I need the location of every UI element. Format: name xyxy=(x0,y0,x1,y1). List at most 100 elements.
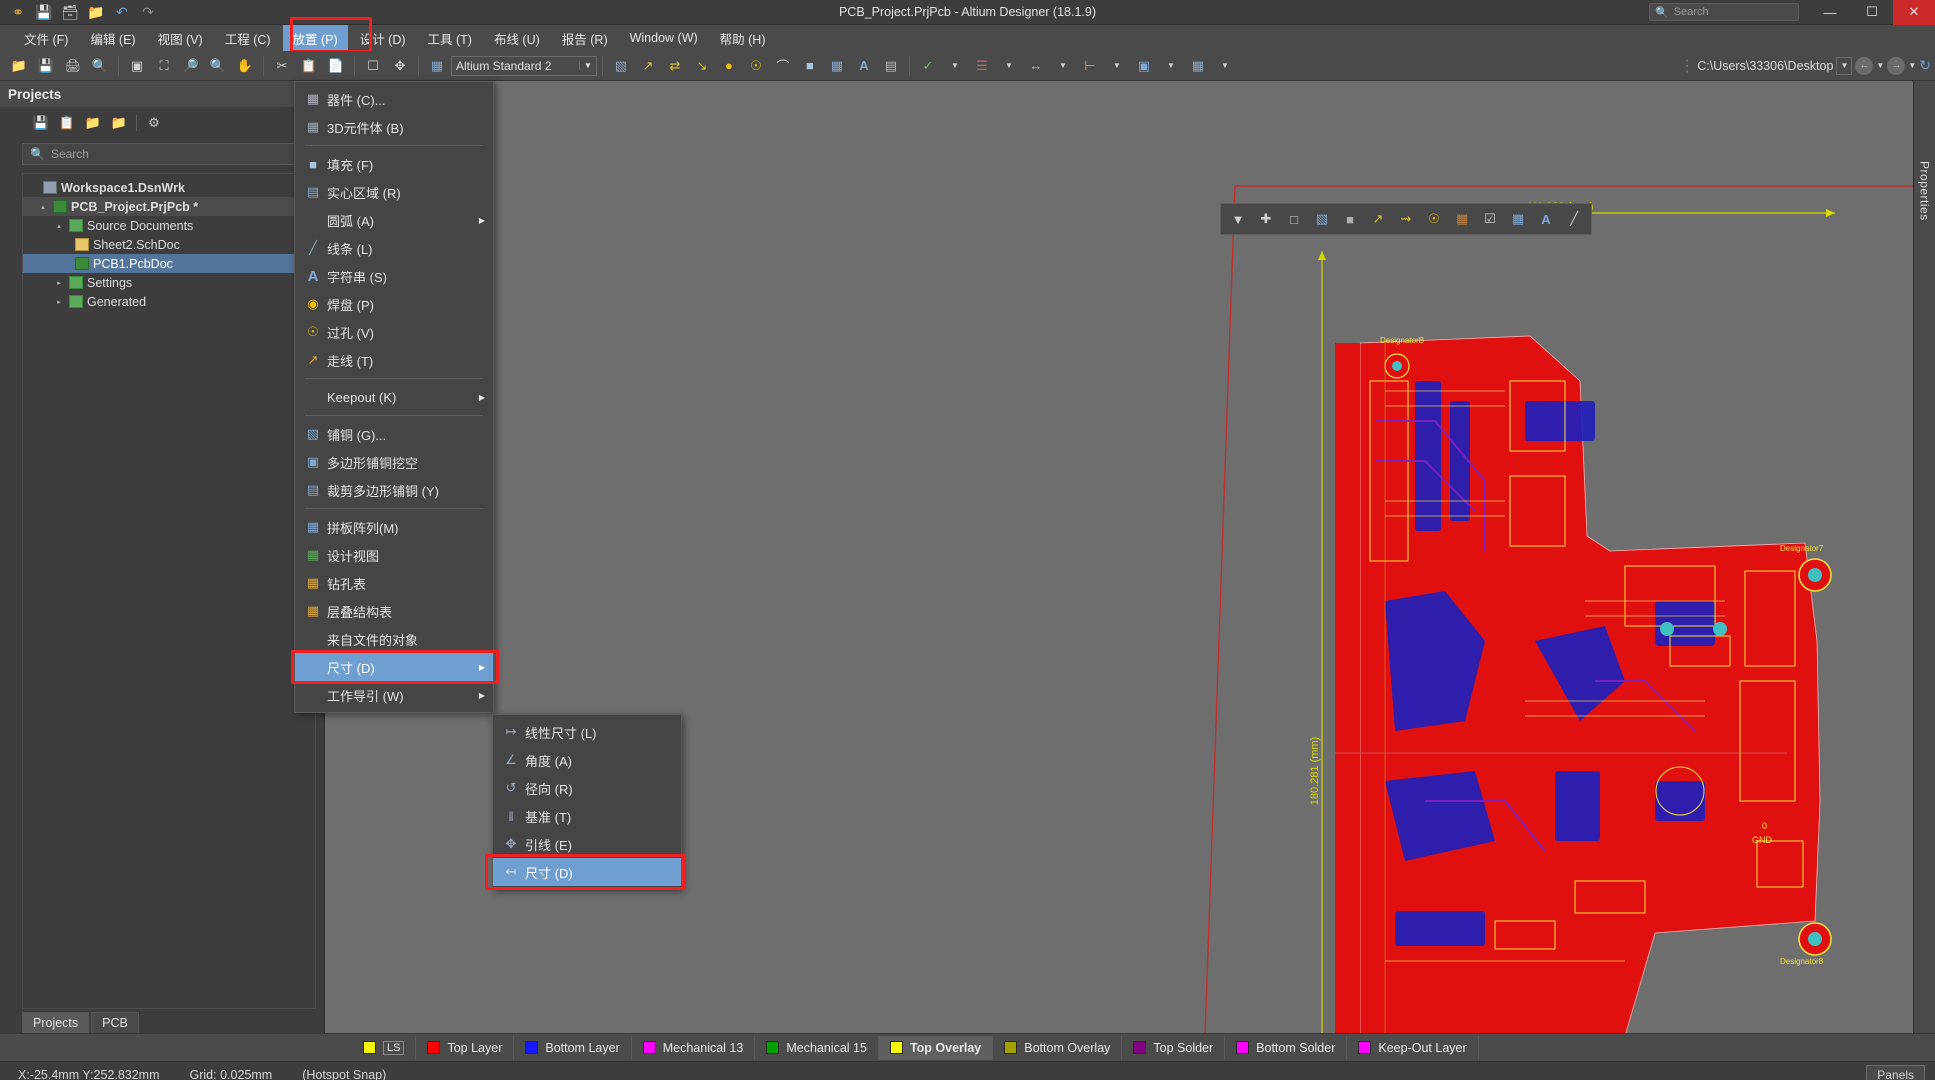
cut-icon[interactable]: ✂ xyxy=(269,54,295,78)
tree-item-pcb1[interactable]: PCB1.PcbDoc xyxy=(23,254,315,273)
menu-view[interactable]: 视图 (V) xyxy=(148,25,213,52)
layer-tab-bottom-solder[interactable]: Bottom Solder xyxy=(1225,1035,1348,1060)
save-icon[interactable]: 💾 xyxy=(33,54,59,78)
select-icon[interactable]: ☐ xyxy=(360,54,386,78)
pan-icon[interactable]: ✋ xyxy=(232,54,258,78)
chevron-down-icon[interactable]: ▼ xyxy=(996,54,1022,78)
move-icon[interactable]: ✥ xyxy=(387,54,413,78)
submenu-item-linear-dimension[interactable]: ↦ 线性尺寸 (L) xyxy=(493,718,681,746)
menu-item-polygon-pour[interactable]: ▧ 铺铜 (G)... xyxy=(295,420,493,448)
pcb-canvas[interactable]: 111.989 (mm) 180.281 (mm) xyxy=(325,81,1913,1033)
open-icon[interactable]: 📁 xyxy=(6,54,32,78)
measure-icon[interactable]: ↔ xyxy=(1023,54,1049,78)
copy-icon[interactable]: 📋 xyxy=(296,54,322,78)
component-icon[interactable]: ▦ xyxy=(1449,207,1475,231)
menu-window[interactable]: Window (W) xyxy=(620,27,708,49)
solid-region-icon[interactable]: ▦ xyxy=(824,54,850,78)
layer-tab-mechanical-15[interactable]: Mechanical 15 xyxy=(755,1035,879,1060)
search-input[interactable]: 🔍 Search xyxy=(1649,3,1799,21)
layer-tab-top-solder[interactable]: Top Solder xyxy=(1122,1035,1226,1060)
menu-item-polygon-slice[interactable]: ▤ 裁剪多边形铺铜 (Y) xyxy=(295,476,493,504)
chevron-down-icon[interactable]: ▼ xyxy=(1158,54,1184,78)
crosshair-icon[interactable]: ✚ xyxy=(1253,207,1279,231)
save-icon[interactable]: 💾 xyxy=(32,2,56,23)
chevron-down-icon[interactable]: ▼ xyxy=(579,61,592,70)
save-all-icon[interactable]: 🗃 xyxy=(58,2,82,23)
menu-item-track[interactable]: ↗ 走线 (T) xyxy=(295,346,493,374)
close-button[interactable]: ✕ xyxy=(1893,0,1935,25)
menu-item-drill-table[interactable]: ▦ 钻孔表 xyxy=(295,569,493,597)
tree-item-source-documents[interactable]: ▴ Source Documents xyxy=(23,216,315,235)
menu-project[interactable]: 工程 (C) xyxy=(215,25,281,52)
layer-tab-bottom-overlay[interactable]: Bottom Overlay xyxy=(993,1035,1123,1060)
menu-route[interactable]: 布线 (U) xyxy=(484,25,550,52)
interactive-route-icon[interactable]: ↘ xyxy=(689,54,715,78)
menu-item-polygon-cutout[interactable]: ▣ 多边形铺铜挖空 xyxy=(295,448,493,476)
arc-icon[interactable]: ⌒ xyxy=(770,54,796,78)
menu-reports[interactable]: 报告 (R) xyxy=(552,25,618,52)
tree-arrow[interactable]: ▴ xyxy=(53,222,65,230)
menu-item-array[interactable]: ▦ 拼板阵列(M) xyxy=(295,513,493,541)
menu-item-pad[interactable]: ◉ 焊盘 (P) xyxy=(295,290,493,318)
tree-item-generated[interactable]: ▸ Generated xyxy=(23,292,315,311)
pad-icon[interactable]: ● xyxy=(716,54,742,78)
filter-icon[interactable]: ▼ xyxy=(1225,207,1251,231)
menu-place[interactable]: 放置 (P) xyxy=(282,24,348,52)
path-dropdown-icon[interactable]: ▼ xyxy=(1836,56,1853,75)
menu-file[interactable]: 文件 (F) xyxy=(14,25,78,52)
via-icon[interactable]: ☉ xyxy=(1421,207,1447,231)
menu-item-via[interactable]: ☉ 过孔 (V) xyxy=(295,318,493,346)
tree-item-sheet2[interactable]: Sheet2.SchDoc xyxy=(23,235,315,254)
back-dropdown-icon[interactable]: ▼ xyxy=(1876,61,1884,70)
open-folder-icon[interactable]: 📁 xyxy=(84,2,108,23)
menu-item-fill[interactable]: ■ 填充 (F) xyxy=(295,150,493,178)
panels-button[interactable]: Panels xyxy=(1866,1064,1925,1080)
menu-item-layer-stack-table[interactable]: ▦ 层叠结构表 xyxy=(295,597,493,625)
tree-arrow[interactable]: ▸ xyxy=(53,298,65,306)
tab-projects[interactable]: Projects xyxy=(22,1012,90,1033)
save-icon[interactable]: 💾 xyxy=(32,114,50,132)
menu-item-arc[interactable]: 圆弧 (A) ▶ xyxy=(295,206,493,234)
layer-stack-icon[interactable]: ▣ xyxy=(1131,54,1157,78)
zoom-fit-icon[interactable]: ⛶ xyxy=(151,54,177,78)
menu-item-object-from-file[interactable]: 来自文件的对象 xyxy=(295,625,493,653)
layer-tab-mechanical-13[interactable]: Mechanical 13 xyxy=(632,1035,756,1060)
tree-item-project[interactable]: ▴ PCB_Project.PrjPcb * xyxy=(23,197,315,216)
line-icon[interactable]: ╱ xyxy=(1561,207,1587,231)
undo-icon[interactable]: ↶ xyxy=(110,2,134,23)
rectangle-icon[interactable]: □ xyxy=(1281,207,1307,231)
menu-item-solid-region[interactable]: ▤ 实心区域 (R) xyxy=(295,178,493,206)
menu-tools[interactable]: 工具 (T) xyxy=(418,25,482,52)
maximize-button[interactable]: ☐ xyxy=(1851,0,1893,25)
grid-icon[interactable]: ▦ xyxy=(1185,54,1211,78)
redo-icon[interactable]: ↷ xyxy=(136,2,160,23)
chevron-down-icon[interactable]: ▼ xyxy=(1212,54,1238,78)
component-icon[interactable]: ▤ xyxy=(878,54,904,78)
chevron-down-icon[interactable]: ▼ xyxy=(942,54,968,78)
layer-tab-keep-out-layer[interactable]: Keep-Out Layer xyxy=(1347,1035,1479,1060)
tree-item-workspace[interactable]: Workspace1.DsnWrk xyxy=(23,178,315,197)
menu-item-keepout[interactable]: Keepout (K) ▶ xyxy=(295,383,493,411)
differential-pair-icon[interactable]: ⇄ xyxy=(662,54,688,78)
copy-icon[interactable]: 📋 xyxy=(58,114,76,132)
zoom-out-icon[interactable]: 🔍 xyxy=(205,54,231,78)
submenu-item-angular-dimension[interactable]: ∠ 角度 (A) xyxy=(493,746,681,774)
menu-design[interactable]: 设计 (D) xyxy=(350,25,416,52)
fill-icon[interactable]: ■ xyxy=(797,54,823,78)
paste-icon[interactable]: 📄 xyxy=(323,54,349,78)
open-project-icon[interactable]: 📁 xyxy=(84,114,102,132)
menu-item-work-guide[interactable]: 工作导引 (W) ▶ xyxy=(295,681,493,709)
tab-pcb[interactable]: PCB xyxy=(91,1012,139,1033)
check-icon[interactable]: ☑ xyxy=(1477,207,1503,231)
chart-icon[interactable]: ▦ xyxy=(1505,207,1531,231)
layer-tab-top-overlay[interactable]: Top Overlay xyxy=(878,1035,994,1060)
preview-icon[interactable]: 🔍 xyxy=(87,54,113,78)
chevron-down-icon[interactable]: ▼ xyxy=(1050,54,1076,78)
menu-item-component[interactable]: ▦ 器件 (C)... xyxy=(295,85,493,113)
route-icon[interactable]: ↗ xyxy=(635,54,661,78)
tree-arrow[interactable]: ▴ xyxy=(37,203,49,211)
properties-tab[interactable]: Properties xyxy=(1918,161,1932,221)
tree-item-settings[interactable]: ▸ Settings xyxy=(23,273,315,292)
back-icon[interactable]: ← xyxy=(1855,56,1874,75)
net-icon[interactable]: ⇝ xyxy=(1393,207,1419,231)
